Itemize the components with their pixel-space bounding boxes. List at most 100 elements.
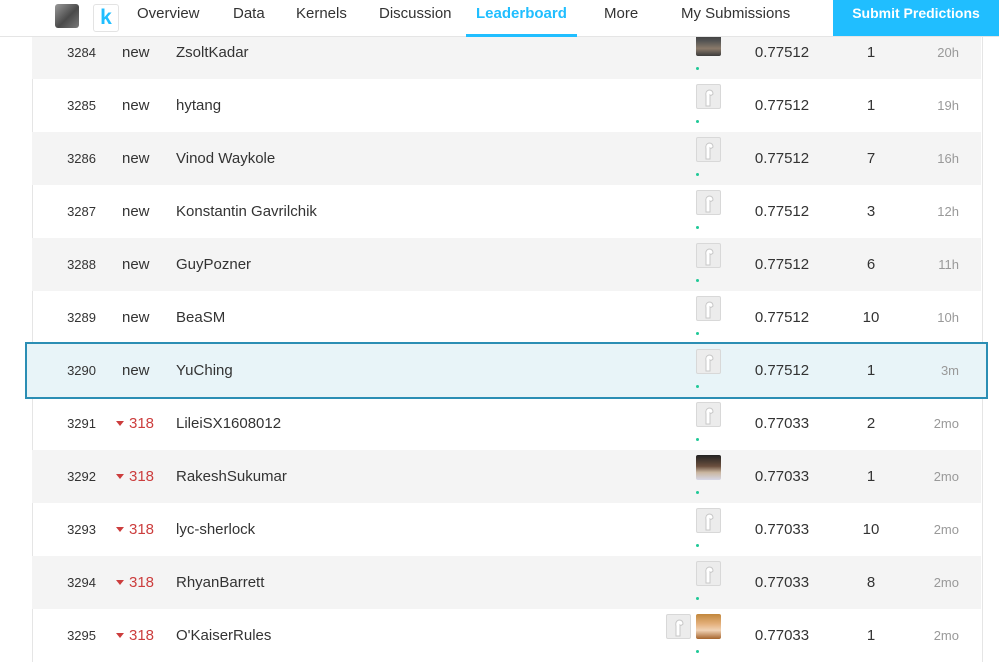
table-row[interactable]: 3289 new BeaSM 0.77512 10 10h	[32, 291, 981, 344]
tab-kernels[interactable]: Kernels	[296, 0, 347, 34]
rank-change: new	[122, 291, 150, 344]
tier-dot	[696, 226, 699, 229]
rank-cell: 3290	[67, 363, 96, 378]
table-row[interactable]: 3286 new Vinod Waykole 0.77512 7 16h	[32, 132, 981, 185]
rank-cell: 3291	[67, 416, 96, 431]
team-avatar[interactable]	[696, 190, 721, 215]
team-avatar[interactable]	[696, 508, 721, 533]
score-cell: 0.77033	[754, 574, 810, 591]
table-row[interactable]: 3293 318 lyc-sherlock 0.77033 10 2mo	[32, 503, 981, 556]
rank-change: 318	[116, 609, 154, 662]
rank-change: 318	[116, 503, 154, 556]
team-name[interactable]: BeaSM	[176, 291, 225, 344]
tab-data[interactable]: Data	[233, 0, 265, 34]
last-submission-cell: 2mo	[933, 575, 959, 590]
table-row[interactable]: 3287 new Konstantin Gavrilchik 0.77512 3 12h	[32, 185, 981, 238]
competition-thumbnail[interactable]	[55, 4, 79, 28]
rank-change: new	[122, 238, 150, 291]
tab-discussion[interactable]: Discussion	[379, 0, 452, 34]
score-cell: 0.77033	[754, 521, 810, 538]
team-name[interactable]: Konstantin Gavrilchik	[176, 185, 317, 238]
rank-change-value: new	[122, 256, 150, 273]
rank-change: new	[122, 79, 150, 132]
team-avatar[interactable]	[696, 349, 721, 374]
rank-change-value: new	[122, 150, 150, 167]
entries-cell: 3	[866, 203, 876, 220]
rank-cell: 3294	[67, 575, 96, 590]
last-submission-cell: 2mo	[933, 469, 959, 484]
team-avatar[interactable]	[696, 84, 721, 109]
rank-change-value: 318	[129, 468, 155, 485]
tier-dot	[696, 332, 699, 335]
score-cell: 0.77512	[754, 362, 810, 379]
table-row[interactable]: 3295 318 O'KaiserRules 0.77033 1 2mo	[32, 609, 981, 662]
rank-change: new	[122, 185, 150, 238]
team-name[interactable]: lyc-sherlock	[176, 503, 255, 556]
rank-cell: 3289	[67, 310, 96, 325]
score-cell: 0.77512	[754, 97, 810, 114]
team-avatar[interactable]	[696, 455, 721, 480]
table-row[interactable]: 3292 318 RakeshSukumar 0.77033 1 2mo	[32, 450, 981, 503]
entries-cell: 7	[866, 150, 876, 167]
score-cell: 0.77512	[754, 309, 810, 326]
team-avatar[interactable]	[696, 137, 721, 162]
team-name[interactable]: YuChing	[176, 344, 233, 397]
rank-change: new	[122, 132, 150, 185]
team-name[interactable]: Vinod Waykole	[176, 132, 275, 185]
team-avatar[interactable]	[696, 402, 721, 427]
rank-down-icon	[116, 527, 124, 532]
tab-overview[interactable]: Overview	[137, 0, 200, 34]
last-submission-cell: 3m	[940, 363, 959, 378]
last-submission-cell: 2mo	[933, 522, 959, 537]
tier-dot	[696, 491, 699, 494]
score-cell: 0.77033	[754, 627, 810, 644]
last-submission-cell: 2mo	[933, 628, 959, 643]
table-row[interactable]: 3285 new hytang 0.77512 1 19h	[32, 79, 981, 132]
rank-cell: 3293	[67, 522, 96, 537]
table-row[interactable]: 3294 318 RhyanBarrett 0.77033 8 2mo	[32, 556, 981, 609]
kaggle-logo[interactable]: k	[93, 4, 119, 32]
last-submission-cell: 16h	[937, 151, 959, 166]
entries-cell: 10	[862, 309, 880, 326]
tier-dot	[696, 67, 699, 70]
rank-cell: 3286	[67, 151, 96, 166]
submit-predictions-button[interactable]: Submit Predictions	[833, 0, 999, 36]
table-row[interactable]: 3291 318 LileiSX1608012 0.77033 2 2mo	[32, 397, 981, 450]
team-avatar[interactable]	[696, 243, 721, 268]
tier-dot	[696, 544, 699, 547]
entries-cell: 6	[866, 256, 876, 273]
last-submission-cell: 11h	[938, 257, 959, 272]
team-avatar[interactable]	[696, 561, 721, 586]
team-name[interactable]: RhyanBarrett	[176, 556, 264, 609]
team-name[interactable]: hytang	[176, 79, 221, 132]
team-name[interactable]: GuyPozner	[176, 238, 251, 291]
team-name[interactable]: RakeshSukumar	[176, 450, 287, 503]
table-row[interactable]: 3290 new YuChing 0.77512 1 3m	[27, 344, 986, 397]
last-submission-cell: 19h	[937, 98, 959, 113]
entries-cell: 2	[866, 415, 876, 432]
rank-change: new	[122, 344, 150, 397]
score-cell: 0.77512	[754, 256, 810, 273]
score-cell: 0.77512	[754, 203, 810, 220]
team-avatar[interactable]	[696, 614, 721, 639]
tab-more[interactable]: More	[604, 0, 638, 34]
rank-change: 318	[116, 450, 154, 503]
rank-cell: 3292	[67, 469, 96, 484]
top-nav: k Overview Data Kernels Discussion Leade…	[0, 0, 999, 37]
rank-cell: 3288	[67, 257, 96, 272]
tier-dot	[696, 279, 699, 282]
team-name[interactable]: LileiSX1608012	[176, 397, 281, 450]
entries-cell: 1	[866, 468, 876, 485]
tab-leaderboard[interactable]: Leaderboard	[466, 0, 577, 37]
rank-change-value: new	[122, 309, 150, 326]
team-member-avatar[interactable]	[666, 614, 691, 639]
team-avatar[interactable]	[696, 296, 721, 321]
last-submission-cell: 2mo	[933, 416, 959, 431]
team-name[interactable]: O'KaiserRules	[176, 609, 271, 662]
my-submissions-link[interactable]: My Submissions	[681, 0, 790, 34]
rank-down-icon	[116, 474, 124, 479]
entries-cell: 1	[866, 97, 876, 114]
tier-dot	[696, 385, 699, 388]
tier-dot	[696, 173, 699, 176]
table-row[interactable]: 3288 new GuyPozner 0.77512 6 11h	[32, 238, 981, 291]
